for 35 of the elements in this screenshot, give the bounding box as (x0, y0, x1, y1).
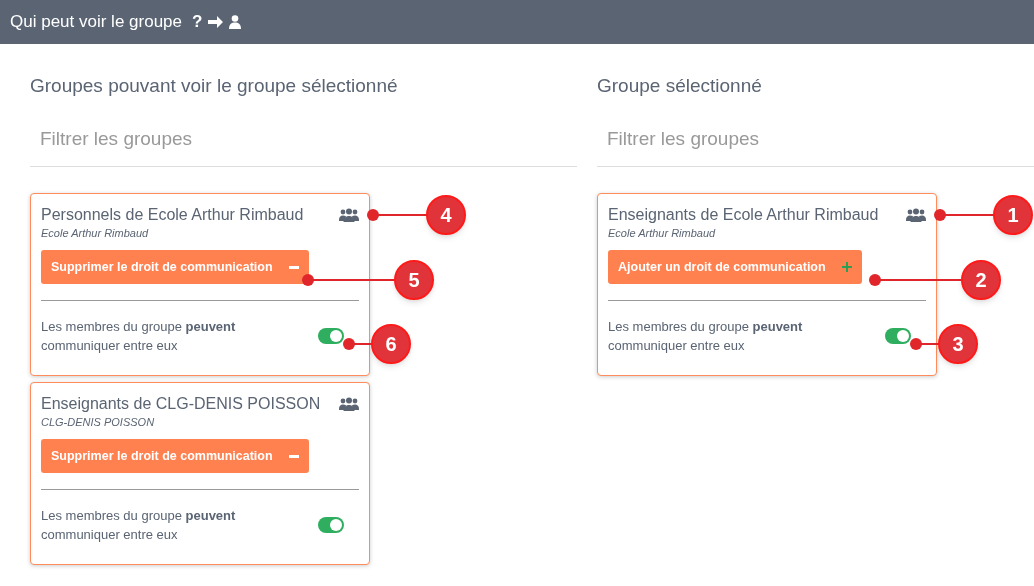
toggle-switch[interactable] (885, 328, 911, 344)
filter-field[interactable]: Filtrer les groupes (597, 112, 1034, 167)
group-title: Personnels de Ecole Arthur Rimbaud (41, 205, 304, 225)
column-heading: Groupes pouvant voir le groupe sélectionné (30, 74, 399, 98)
remove-right-button[interactable]: Supprimer le droit de communication (41, 250, 309, 284)
plus-icon (841, 262, 852, 272)
users-icon (339, 397, 359, 412)
group-subtitle: CLG-DENIS POISSON (41, 415, 156, 429)
callout-badge: 1 (993, 195, 1033, 235)
toggle-switch[interactable] (318, 517, 344, 533)
minus-icon (288, 454, 299, 458)
arrow-right-icon (208, 15, 224, 29)
group-title: Enseignants de Ecole Arthur Rimbaud (608, 205, 879, 225)
toggle-label: Les membres du groupe peuvent communiquer entre eux (41, 318, 237, 355)
callout-badge: 3 (938, 324, 978, 364)
question-mark: ? (192, 11, 203, 34)
add-right-button[interactable]: Ajouter un droit de communication (608, 250, 862, 284)
filter-field[interactable]: Filtrer les groupes (30, 112, 577, 167)
callout-badge: 4 (426, 195, 466, 235)
users-icon (339, 208, 359, 223)
user-icon (229, 15, 242, 29)
toggle-switch[interactable] (318, 328, 344, 344)
toggle-label: Les membres du groupe peuvent communiquer entre eux (608, 318, 804, 355)
callout-badge: 5 (394, 260, 434, 300)
header-title: Qui peut voir le groupe (10, 11, 182, 34)
group-subtitle: Ecole Arthur Rimbaud (41, 226, 150, 240)
users-icon (906, 208, 926, 223)
callout-badge: 2 (961, 260, 1001, 300)
column-heading: Groupe sélectionné (597, 74, 763, 98)
group-subtitle: Ecole Arthur Rimbaud (608, 226, 717, 240)
minus-icon (288, 265, 299, 269)
callout-badge: 6 (371, 324, 411, 364)
toggle-label: Les membres du groupe peuvent communiquer entre eux (41, 507, 237, 544)
remove-right-button[interactable]: Supprimer le droit de communication (41, 439, 309, 473)
group-title: Enseignants de CLG-DENIS POISSON (41, 394, 321, 414)
